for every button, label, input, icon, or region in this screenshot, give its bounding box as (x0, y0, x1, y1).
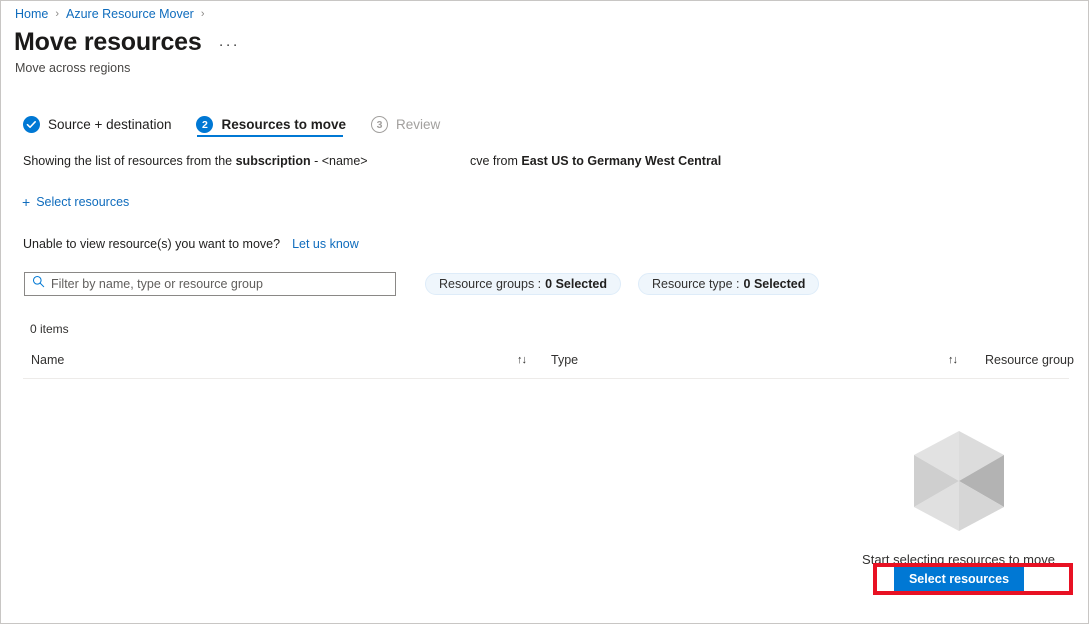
step-label-resources-to-move: Resources to move (221, 117, 347, 132)
description-prefix: Showing the list of resources from the (23, 154, 236, 168)
description-bold-regions: East US to Germany West Central (521, 154, 722, 168)
help-line: Unable to view resource(s) you want to m… (23, 237, 359, 251)
filter-bar: Resource groups :0 Selected Resource typ… (24, 272, 820, 296)
select-resources-command-label: Select resources (36, 195, 130, 209)
let-us-know-link[interactable]: Let us know (292, 237, 359, 251)
breadcrumb-item-home[interactable]: Home (15, 7, 48, 21)
plus-icon: + (22, 194, 31, 210)
select-resources-button[interactable]: Select resources (894, 567, 1024, 591)
search-icon (32, 275, 45, 293)
breadcrumb: Home › Azure Resource Mover › (15, 5, 212, 23)
select-resources-command[interactable]: + Select resources (22, 195, 129, 209)
column-header-type[interactable]: Type (551, 353, 578, 367)
sort-toggle-type-icon[interactable]: ↑↓ (948, 354, 958, 366)
description-bold-subscription: subscription (235, 154, 311, 168)
column-header-resource-group[interactable]: Resource group (985, 353, 1074, 367)
empty-state: Start selecting resources to move (836, 429, 1081, 567)
check-circle-icon (23, 116, 40, 133)
chevron-right-icon: › (200, 8, 205, 20)
page-subtitle: Move across regions (15, 61, 131, 75)
sort-toggle-name-icon[interactable]: ↑↓ (517, 354, 527, 366)
filter-pill-value: 0 Selected (743, 277, 806, 291)
step-label-source-destination: Source + destination (48, 117, 172, 132)
azure-portal-blade: Home › Azure Resource Mover › Move resou… (0, 0, 1089, 624)
resources-table-header: Name ↑↓ Type ↑↓ Resource group (23, 353, 1074, 379)
filter-pill-label: Resource groups : (439, 277, 542, 291)
step-review[interactable]: 3 Review (371, 112, 440, 145)
breadcrumb-item-azure-resource-mover[interactable]: Azure Resource Mover (66, 7, 194, 21)
cube-icon (907, 429, 1011, 538)
filter-pill-resource-type[interactable]: Resource type :0 Selected (637, 273, 820, 295)
filter-pill-resource-groups[interactable]: Resource groups :0 Selected (425, 273, 621, 295)
title-row: Move resources ··· (14, 26, 240, 58)
description-move-from: ᴄve from (470, 154, 522, 168)
description-suffix: - <name> (310, 154, 368, 168)
active-step-underline (197, 135, 343, 137)
step-number-badge: 3 (371, 116, 389, 133)
page-title: Move resources (14, 28, 202, 56)
step-label-review: Review (396, 117, 441, 132)
step-resources-to-move[interactable]: 2 Resources to move (196, 112, 346, 145)
column-header-name[interactable]: Name (31, 353, 64, 367)
items-count: 0 items (30, 322, 69, 336)
help-question: Unable to view resource(s) you want to m… (23, 237, 281, 251)
search-box[interactable] (24, 272, 396, 296)
filter-pill-label: Resource type : (651, 277, 740, 291)
filter-pill-value: 0 Selected (545, 277, 607, 291)
step-source-destination[interactable]: Source + destination (23, 112, 171, 145)
description-subscription: Showing the list of resources from the s… (23, 154, 368, 168)
wizard-steps: Source + destination 2 Resources to move… (23, 112, 440, 145)
chevron-right-icon: › (55, 8, 60, 20)
search-input[interactable] (51, 277, 371, 291)
step-number-badge: 2 (196, 116, 214, 133)
more-options-icon[interactable]: ··· (219, 37, 240, 52)
description-regions: ᴄve from East US to Germany West Central (470, 154, 721, 168)
